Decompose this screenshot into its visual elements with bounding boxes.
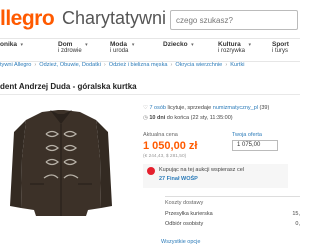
auction-timer: ◷ 10 dni do końca (22 sty, 11:35:00) (143, 115, 233, 121)
category-label: onika (0, 41, 17, 48)
brand-label: Charytatywni (62, 8, 167, 28)
category-home[interactable]: Dom i zdrowie ▾ (58, 41, 88, 55)
shipping-title: Koszty dostawy (165, 200, 204, 206)
category-label: Dom (58, 41, 73, 48)
category-culture[interactable]: Kultura i rozrywka ▾ (218, 41, 251, 55)
allegro-logo[interactable]: llegro (0, 7, 55, 31)
category-fashion[interactable]: Moda i uroda ▾ (110, 41, 134, 55)
current-price: 1 050,00 zł (143, 140, 198, 152)
clock-icon: ◷ (143, 115, 148, 121)
product-image[interactable] (0, 98, 122, 226)
chevron-down-icon: ▾ (191, 42, 194, 48)
shipping-box: Koszty dostawy Przesyłka kurierska 15, O… (161, 196, 300, 251)
offer-input[interactable]: 1 075,00 (232, 140, 278, 151)
wosp-heart-icon (147, 167, 155, 175)
breadcrumb-item[interactable]: Odzież, Obuwie, Dodatki (39, 62, 101, 68)
seller-name[interactable]: numizmatyczny_pl (213, 105, 258, 111)
charity-box: Kupując na tej aukcji wspierasz cel 27 F… (143, 164, 288, 188)
divider (0, 94, 300, 95)
heart-icon: ♡ (143, 105, 148, 111)
category-sublabel: i rozrywka (218, 48, 246, 54)
breadcrumb-item[interactable]: Okrycia wierzchnie (175, 62, 222, 68)
category-sport[interactable]: Sport i turys (272, 41, 289, 55)
category-sublabel: i zdrowie (58, 48, 82, 54)
timer-rest: do końca (22 sty, 11:35:00) (166, 115, 233, 121)
breadcrumb: tywni Allegro › Odzież, Obuwie, Dodatki › Od… (0, 60, 300, 71)
category-sublabel: i uroda (110, 48, 129, 54)
timer-days: 10 dni (149, 115, 166, 121)
chevron-down-icon: ▾ (131, 42, 135, 48)
category-label: Moda (110, 41, 127, 48)
breadcrumb-separator: › (225, 62, 228, 68)
item-title: dent Andrzej Duda - góralska kurtka (0, 82, 137, 91)
shipping-method: Odbiór osobisty (165, 221, 204, 227)
price-converted: (€ 244,43, $ 281,50) (143, 154, 187, 159)
all-shipping-options-link[interactable]: Wszystkie opcje (161, 239, 200, 245)
breadcrumb-item[interactable]: Kurtki (230, 62, 244, 68)
category-bar: onika ▾ Dom i zdrowie ▾ Moda i uroda ▾ D… (0, 38, 300, 62)
breadcrumb-item[interactable]: tywni Allegro (0, 62, 31, 68)
charity-text: Kupując na tej aukcji wspierasz cel (159, 167, 244, 173)
chevron-down-icon: ▾ (248, 42, 252, 48)
category-sublabel: i turys (272, 48, 289, 54)
chevron-down-icon: ▾ (20, 42, 23, 48)
watchers-count[interactable]: 7 osób (149, 105, 166, 111)
category-child[interactable]: Dziecko ▾ (163, 41, 194, 48)
shipping-row: Przesyłka kurierska 15, (165, 211, 300, 220)
shipping-row: Odbiór osobisty 0, (165, 221, 300, 230)
breadcrumb-separator: › (34, 62, 37, 68)
shipping-cost: 15, (292, 211, 300, 217)
offer-label[interactable]: Twoja oferta (232, 132, 262, 138)
breadcrumb-separator: › (103, 62, 106, 68)
breadcrumb-item[interactable]: Odzież i bielizna męska (109, 62, 168, 68)
charity-link[interactable]: 27 Finał WOŚP (159, 176, 198, 182)
category-electronics[interactable]: onika ▾ (0, 41, 23, 48)
watchers-suffix: licytuje, sprzedaje (167, 105, 212, 111)
category-label: Dziecko (163, 41, 188, 48)
price-label: Aktualna cena (143, 132, 178, 138)
category-label: Kultura (218, 41, 241, 48)
chevron-down-icon: ▾ (85, 42, 88, 48)
seller-rating: (39) (259, 105, 270, 111)
search-input[interactable]: czego szukasz? (170, 10, 298, 30)
watchers-info: ♡ 7 osób licytuje, sprzedaje numizmatycz… (143, 105, 269, 111)
breadcrumb-separator: › (170, 62, 173, 68)
jacket-image (0, 98, 122, 226)
shipping-method: Przesyłka kurierska (165, 211, 213, 217)
category-label: Sport (272, 41, 289, 48)
shipping-cost: 0, (295, 221, 300, 227)
